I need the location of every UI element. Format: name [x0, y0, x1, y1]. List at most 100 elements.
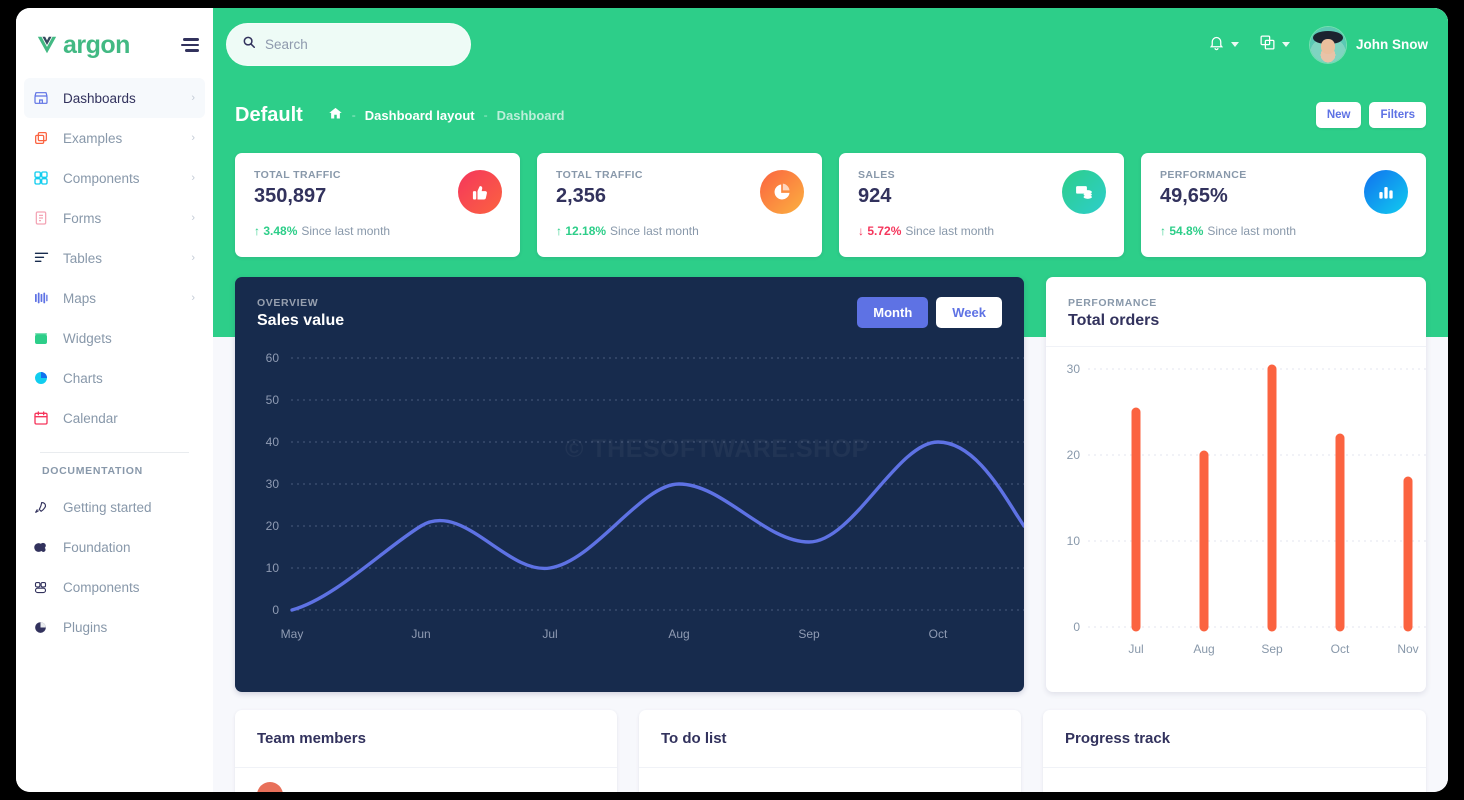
sidebar-item-examples[interactable]: Examples ›: [24, 118, 205, 158]
svg-text:May: May: [281, 627, 304, 641]
grid-icon: [33, 170, 55, 186]
list-item[interactable]: [235, 768, 617, 792]
sidebar-item-label: Tables: [63, 250, 103, 266]
tab-week[interactable]: Week: [936, 297, 1002, 328]
svg-text:Aug: Aug: [1193, 642, 1214, 656]
sidebar-item-label: Plugins: [63, 619, 108, 635]
svg-text:Oct: Oct: [1331, 642, 1350, 656]
svg-text:30: 30: [266, 477, 280, 491]
calendar-icon: [33, 410, 55, 426]
list-item[interactable]: [1043, 768, 1426, 792]
x-axis-ticks: May Jun Jul Aug Sep Oct: [281, 627, 948, 641]
stat-delta-value: 3.48%: [263, 224, 298, 238]
stat-footer: ↑ 54.8% Since last month: [1160, 224, 1407, 238]
sidebar-item-label: Components: [63, 170, 140, 186]
svg-text:Nov: Nov: [1397, 642, 1418, 656]
sales-value-card: OVERVIEW Sales value Month Week © THESOF…: [235, 277, 1024, 692]
filters-button[interactable]: Filters: [1369, 102, 1426, 128]
sidebar-item-plugins[interactable]: Plugins: [24, 607, 205, 647]
form-icon: [33, 210, 55, 226]
total-orders-card: PERFORMANCE Total orders 30 20 10 0 Jul …: [1046, 277, 1426, 692]
user-menu[interactable]: John Snow: [1310, 26, 1428, 63]
sidebar: argon Dashboards › Examples › Components…: [16, 8, 213, 792]
svg-text:20: 20: [266, 519, 280, 533]
sidebar-item-label: Charts: [63, 370, 103, 386]
card-title: Sales value: [257, 312, 345, 329]
bell-icon: [1208, 34, 1225, 56]
svg-text:60: 60: [266, 351, 280, 365]
chevron-right-icon: ›: [191, 132, 195, 144]
bottom-cards-row: Team members To do list Progress track: [213, 692, 1448, 792]
stat-card-total-traffic-1: TOTAL TRAFFIC 350,897 ↑ 3.48% Since last…: [235, 153, 520, 257]
sidebar-toggle-button[interactable]: [181, 38, 199, 52]
stat-since: Since last month: [610, 224, 699, 238]
palette-icon: [33, 540, 55, 555]
windows-stack-icon: [1259, 34, 1276, 56]
user-name: John Snow: [1356, 37, 1428, 52]
page-header-actions: New Filters: [1315, 102, 1426, 128]
arrow-up-icon: ↑: [254, 224, 260, 238]
pie-chart-icon: [33, 370, 55, 386]
svg-text:Jun: Jun: [411, 627, 430, 641]
stat-since: Since last month: [905, 224, 995, 238]
topbar-actions: John Snow: [1208, 26, 1428, 63]
sidebar-item-tables[interactable]: Tables ›: [24, 238, 205, 278]
search-icon: [242, 35, 256, 54]
svg-text:Aug: Aug: [668, 627, 689, 641]
breadcrumb: - Dashboard layout - Dashboard: [328, 106, 565, 124]
sidebar-item-getting-started[interactable]: Getting started: [24, 487, 205, 527]
sidebar-item-calendar[interactable]: Calendar: [24, 398, 205, 438]
svg-text:10: 10: [266, 561, 280, 575]
home-icon[interactable]: [328, 106, 343, 124]
sidebar-item-charts[interactable]: Charts: [24, 358, 205, 398]
sidebar-item-widgets[interactable]: Widgets: [24, 318, 205, 358]
app-window: argon Dashboards › Examples › Components…: [16, 8, 1448, 792]
stat-delta-value: 12.18%: [565, 224, 607, 238]
card-title: To do list: [639, 710, 1021, 768]
chevron-right-icon: ›: [191, 212, 195, 224]
notifications-button[interactable]: [1208, 34, 1239, 56]
stat-delta: ↑ 3.48%: [254, 224, 297, 238]
pie-chart-icon: [760, 170, 804, 214]
stat-since: Since last month: [301, 224, 391, 238]
sidebar-item-foundation[interactable]: Foundation: [24, 527, 205, 567]
arrow-up-icon: ↑: [556, 224, 562, 238]
sidebar-item-forms[interactable]: Forms ›: [24, 198, 205, 238]
rocket-icon: [33, 500, 55, 515]
stat-since: Since last month: [1207, 224, 1297, 238]
progress-track-card: Progress track: [1043, 710, 1426, 792]
sidebar-section-documentation: DOCUMENTATION: [42, 465, 143, 477]
new-button[interactable]: New: [1315, 102, 1362, 128]
progress-track-list: [1043, 768, 1426, 792]
chevron-right-icon: ›: [191, 292, 195, 304]
stat-card-sales: SALES 924 ↓ 5.72% Since last month: [839, 153, 1124, 257]
svg-text:50: 50: [266, 393, 280, 407]
card-eyebrow: PERFORMANCE: [1068, 297, 1157, 309]
breadcrumb-link-dashboard-layout[interactable]: Dashboard layout: [365, 108, 475, 123]
page-title: Default: [235, 103, 303, 126]
card-title: Progress track: [1043, 710, 1426, 768]
stat-delta: ↓ 5.72%: [858, 224, 901, 238]
thumbs-up-icon: [458, 170, 502, 214]
brand[interactable]: argon: [36, 31, 130, 60]
table-lines-icon: [33, 250, 55, 266]
search-box[interactable]: [226, 23, 471, 66]
total-orders-bar-chart: 30 20 10 0 Jul Aug Sep Oct Nov: [1046, 347, 1426, 672]
sidebar-item-doc-components[interactable]: Components: [24, 567, 205, 607]
widget-box-icon: [33, 330, 55, 346]
copy-icon: [33, 130, 55, 146]
chevron-right-icon: ›: [191, 172, 195, 184]
card-title: Team members: [235, 710, 617, 768]
tab-month[interactable]: Month: [857, 297, 929, 328]
apps-button[interactable]: [1259, 34, 1290, 56]
brand-name: argon: [63, 30, 130, 59]
svg-text:0: 0: [1073, 620, 1080, 634]
search-input[interactable]: [265, 37, 455, 52]
page-header: Default - Dashboard layout - Dashboard N…: [213, 81, 1448, 133]
sidebar-item-dashboards[interactable]: Dashboards ›: [24, 78, 205, 118]
sidebar-item-maps[interactable]: Maps ›: [24, 278, 205, 318]
y-axis-ticks: 30 20 10 0: [1067, 362, 1081, 634]
sidebar-item-components[interactable]: Components ›: [24, 158, 205, 198]
stat-delta: ↑ 12.18%: [556, 224, 606, 238]
vue-v-logo-icon: [36, 34, 58, 56]
